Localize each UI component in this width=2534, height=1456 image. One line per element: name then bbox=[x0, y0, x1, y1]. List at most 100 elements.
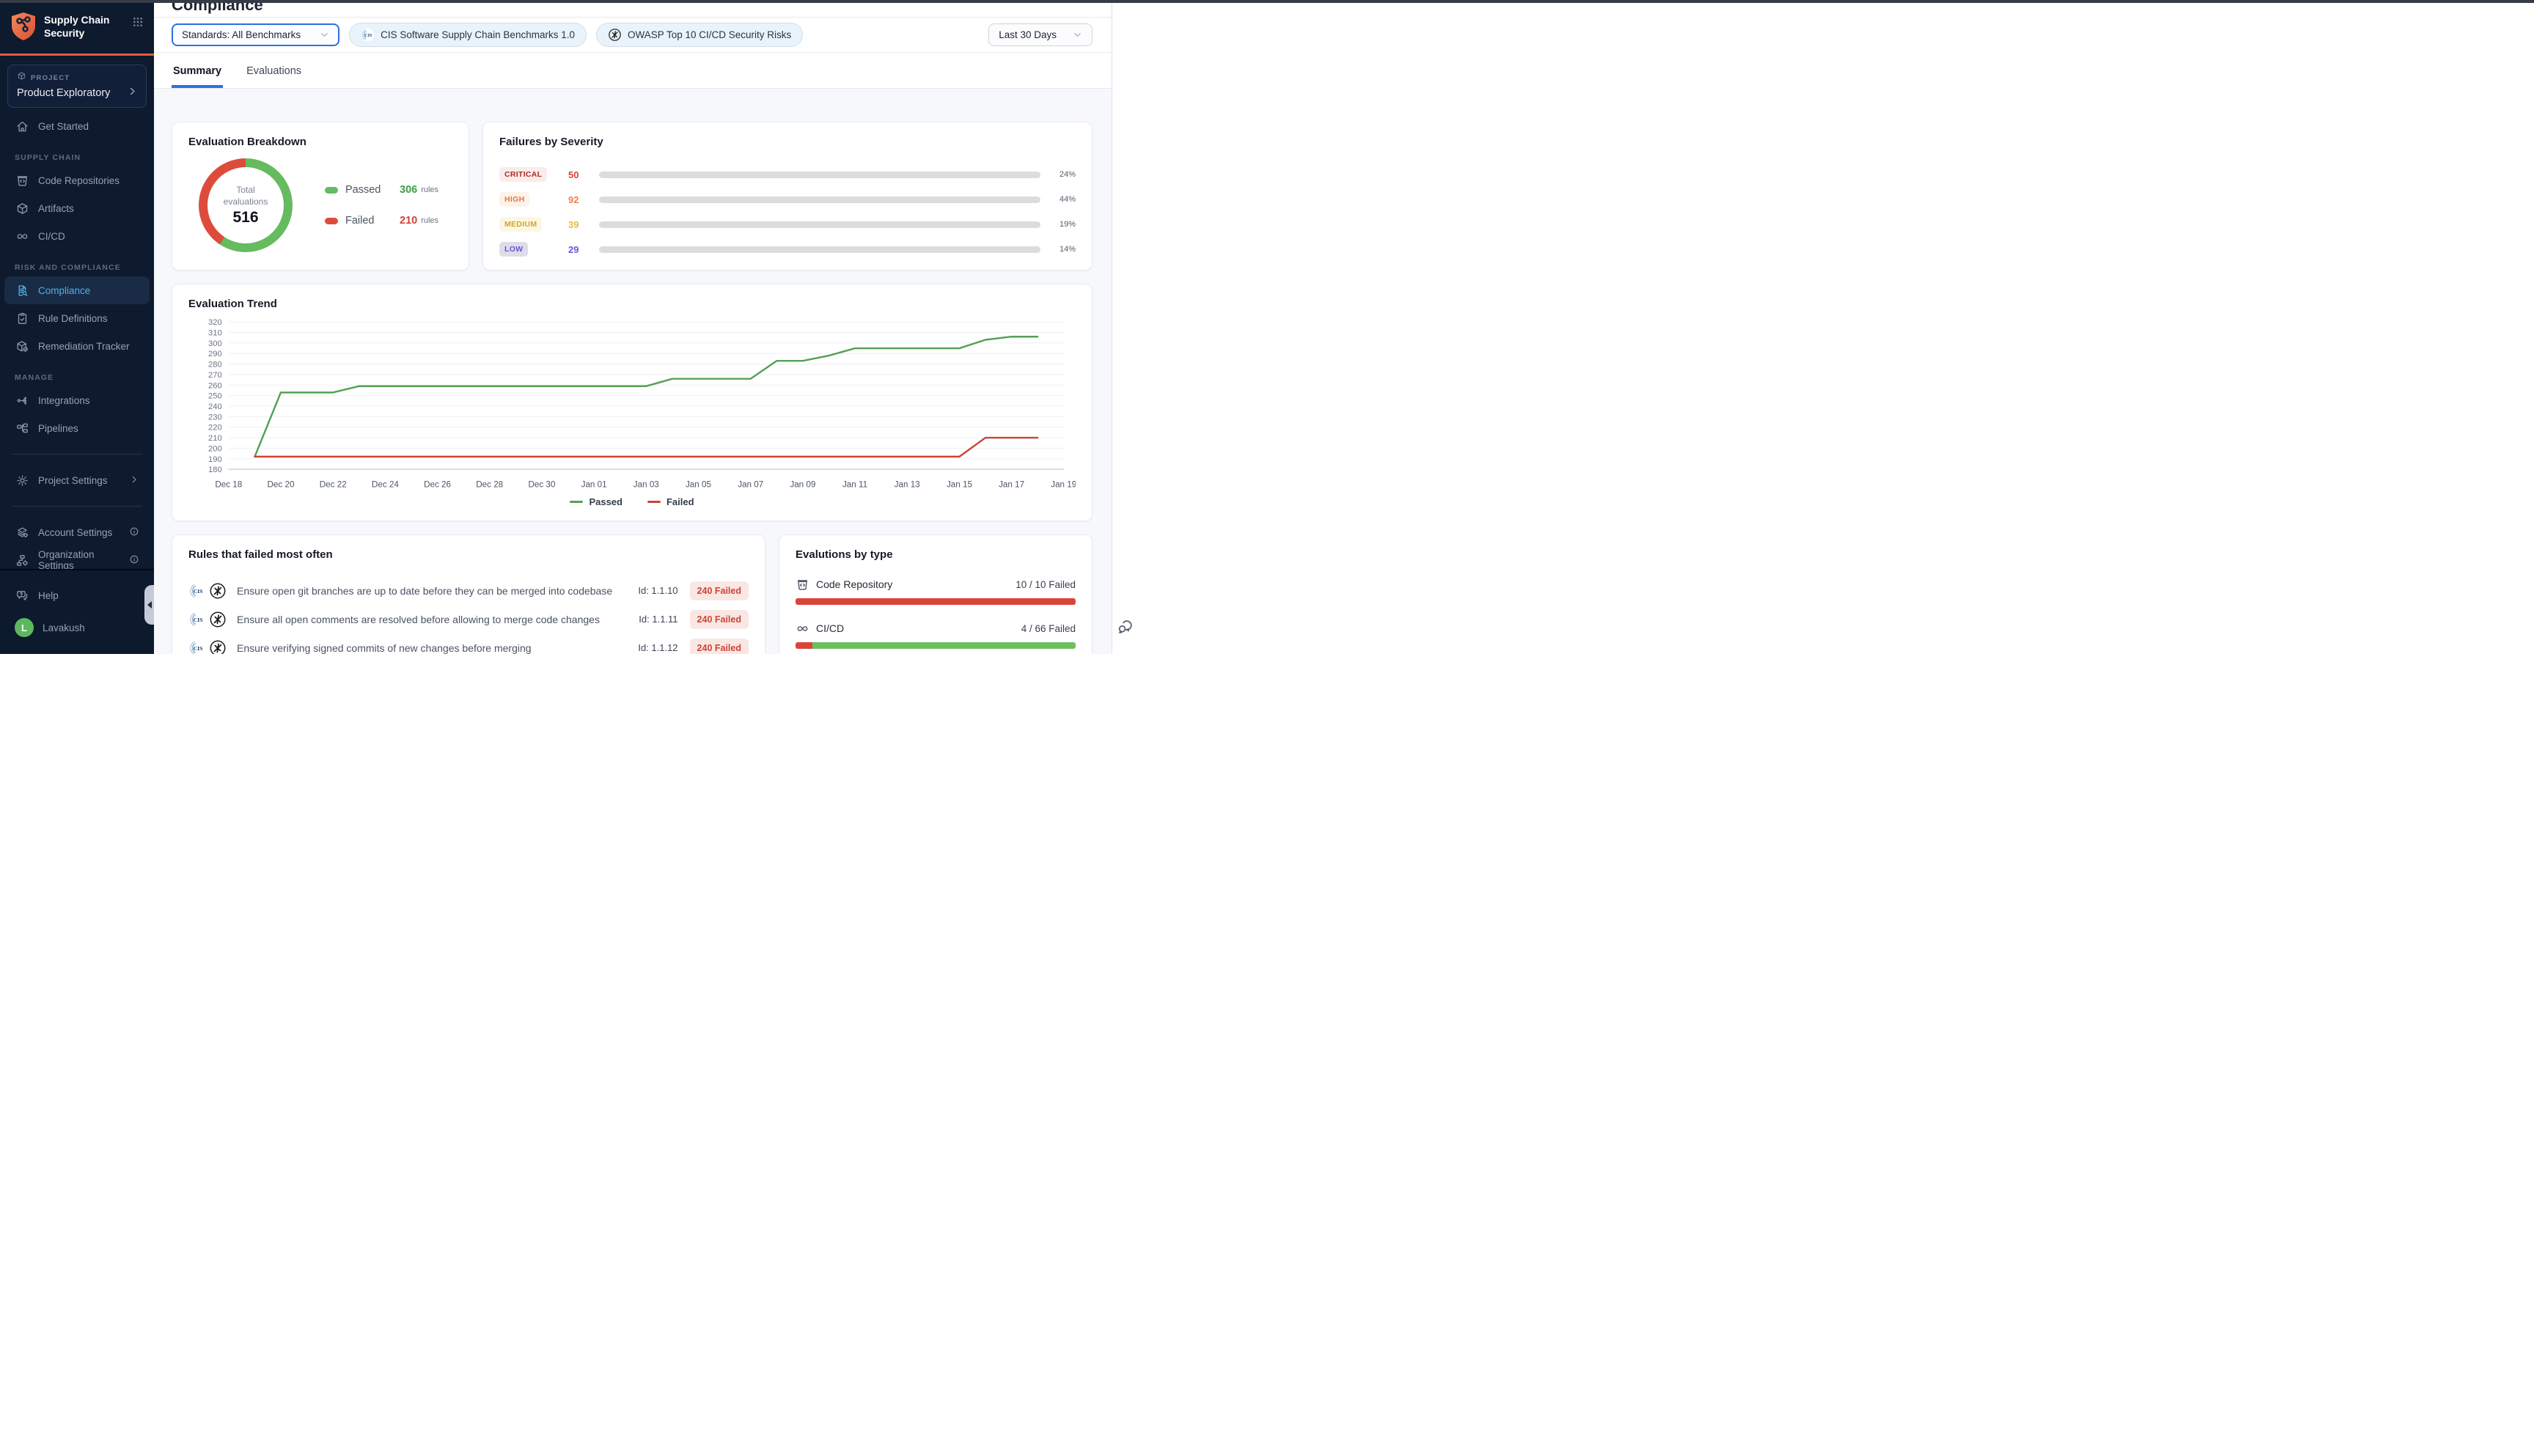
svg-text:Dec 24: Dec 24 bbox=[372, 479, 399, 489]
rule-row-id-1-1-11[interactable]: CISEnsure all open comments are resolved… bbox=[188, 608, 749, 630]
project-label: PROJECT bbox=[31, 74, 70, 82]
evaluations-donut-chart: Total evaluations 516 bbox=[199, 158, 293, 252]
sidebar-item-code-repositories[interactable]: Code Repositories bbox=[4, 166, 150, 194]
severity-row-low: LOW2914% bbox=[499, 242, 1076, 257]
cis-logo-icon: CIS bbox=[188, 582, 206, 600]
standards-chips: CISCIS Software Supply Chain Benchmarks … bbox=[349, 23, 803, 47]
docsearch-icon bbox=[15, 283, 29, 298]
card-title: Failures by Severity bbox=[499, 136, 1076, 148]
type-row-code-repository: Code Repository10 / 10 Failed bbox=[796, 578, 1076, 605]
cube-icon bbox=[15, 201, 29, 216]
card-title: Rules that failed most often bbox=[188, 548, 749, 561]
severity-row-critical: CRITICAL5024% bbox=[499, 167, 1076, 182]
donut-center-label: evaluations bbox=[224, 196, 268, 207]
legend-line-swatch bbox=[647, 501, 661, 503]
sidebar-item-project-settings[interactable]: Project Settings bbox=[4, 466, 150, 494]
evaluation-breakdown-card: Evaluation Breakdown Total evaluations 5… bbox=[172, 122, 469, 271]
type-result-bar bbox=[796, 598, 1076, 605]
sidebar-item-integrations[interactable]: Integrations bbox=[4, 386, 150, 414]
right-rail bbox=[1112, 3, 1138, 654]
type-rows: Code Repository10 / 10 Failed CI/CD4 / 66… bbox=[796, 578, 1076, 649]
standards-filter-select[interactable]: Standards: All Benchmarks bbox=[172, 23, 339, 46]
severity-bar-track bbox=[599, 246, 1040, 253]
layers-icon bbox=[15, 525, 29, 540]
svg-text:Dec 28: Dec 28 bbox=[476, 479, 503, 489]
sidebar-collapse-handle[interactable] bbox=[144, 585, 154, 625]
help-button[interactable]: Help bbox=[4, 582, 150, 608]
sidebar-item-compliance[interactable]: Compliance bbox=[4, 276, 150, 304]
tab-bar: Summary Evaluations bbox=[154, 53, 1112, 89]
failed-count-badge: 240 Failed bbox=[690, 581, 749, 600]
donut-center-label: Total bbox=[236, 184, 254, 196]
sidebar-item-artifacts[interactable]: Artifacts bbox=[4, 194, 150, 222]
rule-row-id-1-1-12[interactable]: CISEnsure verifying signed commits of ne… bbox=[188, 637, 749, 654]
standard-chip-cis[interactable]: CISCIS Software Supply Chain Benchmarks … bbox=[349, 23, 587, 47]
sidebar-item-account-settings[interactable]: Account Settings bbox=[4, 518, 150, 546]
trend-legend-failed: Failed bbox=[647, 496, 694, 507]
legend-swatch bbox=[325, 218, 338, 224]
svg-text:230: 230 bbox=[208, 413, 222, 422]
tab-evaluations[interactable]: Evaluations bbox=[245, 65, 303, 88]
svg-text:Jan 03: Jan 03 bbox=[634, 479, 659, 489]
gear-icon bbox=[15, 473, 29, 488]
sidebar-item-remediation-tracker[interactable]: Remediation Tracker bbox=[4, 332, 150, 360]
rule-row-id-1-1-10[interactable]: CISEnsure open git branches are up to da… bbox=[188, 580, 749, 602]
svg-text:190: 190 bbox=[208, 455, 222, 464]
card-title: Evalutions by type bbox=[796, 548, 1076, 561]
svg-text:320: 320 bbox=[208, 318, 222, 327]
sidebar-item-pipelines[interactable]: Pipelines bbox=[4, 414, 150, 442]
chat-support-icon[interactable] bbox=[1116, 617, 1135, 640]
svg-text:Jan 19: Jan 19 bbox=[1051, 479, 1076, 489]
svg-text:Jan 15: Jan 15 bbox=[947, 479, 972, 489]
sidebar: Supply Chain Security bbox=[0, 3, 154, 654]
sidebar-item-get-started[interactable]: Get Started bbox=[4, 112, 150, 140]
standard-chip-owasp[interactable]: OWASP Top 10 CI/CD Security Risks bbox=[596, 23, 803, 47]
sidebar-footer: Help L Lavakush bbox=[0, 569, 154, 654]
clipboard-icon bbox=[15, 311, 29, 326]
trend-svg: 1801902002102202302402502602702802903003… bbox=[188, 316, 1076, 493]
svg-text:270: 270 bbox=[208, 371, 222, 380]
brand-divider bbox=[0, 54, 154, 56]
tab-summary[interactable]: Summary bbox=[172, 65, 223, 88]
window-top-edge bbox=[0, 0, 2534, 3]
owasp-logo-icon bbox=[209, 611, 227, 628]
svg-text:Jan 05: Jan 05 bbox=[686, 479, 711, 489]
info-icon[interactable] bbox=[129, 554, 139, 567]
svg-text:310: 310 bbox=[208, 328, 222, 337]
svg-text:Dec 20: Dec 20 bbox=[268, 479, 295, 489]
svg-text:210: 210 bbox=[208, 434, 222, 443]
svg-text:280: 280 bbox=[208, 361, 222, 369]
owasp-logo-icon bbox=[209, 639, 227, 654]
chevron-down-icon bbox=[1073, 30, 1082, 40]
sidebar-item-organization-settings[interactable]: Organization Settings bbox=[4, 546, 150, 569]
info-icon[interactable] bbox=[129, 526, 139, 539]
sidebar-item-rule-definitions[interactable]: Rule Definitions bbox=[4, 304, 150, 332]
svg-text:CIS: CIS bbox=[194, 644, 203, 651]
sidebar-item-ci-cd[interactable]: CI/CD bbox=[4, 222, 150, 250]
evaluation-trend-card: Evaluation Trend 18019020021022023024025… bbox=[172, 284, 1092, 521]
severity-row-medium: MEDIUM3919% bbox=[499, 217, 1076, 232]
svg-text:Jan 09: Jan 09 bbox=[790, 479, 815, 489]
donut-legend: Passed306rulesFailed210rules bbox=[325, 184, 438, 227]
help-chat-icon bbox=[15, 588, 29, 603]
date-range-select[interactable]: Last 30 Days bbox=[988, 23, 1092, 46]
card-title: Evaluation Trend bbox=[188, 298, 1076, 310]
svg-text:Jan 07: Jan 07 bbox=[738, 479, 763, 489]
collapse-arrow-icon bbox=[144, 601, 152, 608]
user-menu[interactable]: L Lavakush bbox=[4, 614, 150, 641]
severity-row-high: HIGH9244% bbox=[499, 192, 1076, 207]
svg-text:220: 220 bbox=[208, 424, 222, 433]
type-row-ci-cd: CI/CD4 / 66 Failed bbox=[796, 622, 1076, 649]
svg-text:Dec 26: Dec 26 bbox=[424, 479, 451, 489]
svg-text:Jan 17: Jan 17 bbox=[999, 479, 1024, 489]
failed-count-badge: 240 Failed bbox=[690, 610, 749, 629]
project-selector[interactable]: PROJECT Product Exploratory bbox=[7, 65, 147, 108]
cis-logo-icon: CIS bbox=[188, 611, 206, 628]
trend-legend: PassedFailed bbox=[188, 496, 1076, 507]
apps-grid-icon[interactable] bbox=[132, 16, 144, 32]
card-title: Evaluation Breakdown bbox=[188, 136, 452, 148]
project-name: Product Exploratory bbox=[17, 87, 110, 99]
infinity-icon bbox=[15, 229, 29, 243]
org-icon bbox=[15, 553, 29, 567]
chevron-right-icon bbox=[128, 87, 137, 100]
